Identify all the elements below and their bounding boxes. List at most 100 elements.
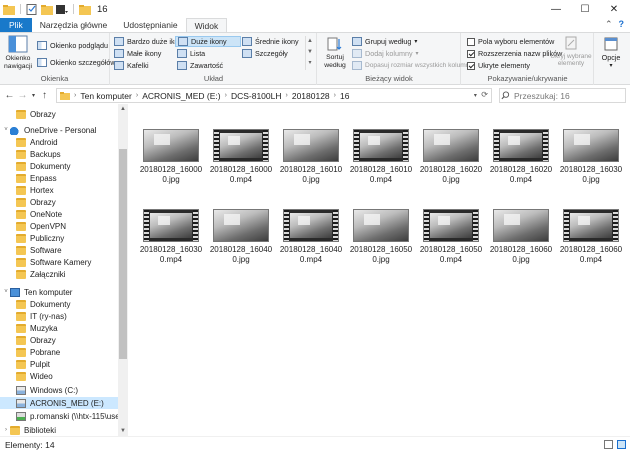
details-view-icon[interactable]: [604, 440, 613, 449]
file-item[interactable]: 20180128_160500.jpg: [349, 184, 413, 264]
nav-item[interactable]: › Biblioteki: [0, 424, 118, 436]
file-item[interactable]: 20180128_160400.mp4: [279, 184, 343, 264]
options-button[interactable]: Opcje ▾: [596, 36, 626, 70]
close-button[interactable]: ✕: [600, 0, 628, 18]
scroll-up-icon[interactable]: ▲: [118, 104, 128, 114]
nav-item[interactable]: ACRONIS_MED (E:): [0, 397, 118, 409]
chevron-down-icon[interactable]: ▾: [474, 93, 477, 99]
file-item[interactable]: 20180128_160100.mp4: [349, 104, 413, 184]
group-by-button[interactable]: Grupuj według ▾: [352, 37, 417, 46]
nav-item[interactable]: Software: [0, 244, 118, 256]
image-thumbnail: [353, 209, 409, 242]
file-item[interactable]: 20180128_160200.jpg: [419, 104, 483, 184]
customize-toolbar-icon[interactable]: [56, 4, 68, 15]
details-pane-button[interactable]: Okienko szczegółów: [37, 58, 116, 67]
details-pane-label: Okienko szczegółów: [50, 58, 116, 67]
file-item[interactable]: 20180128_160500.mp4: [419, 184, 483, 264]
nav-item[interactable]: OneNote: [0, 208, 118, 220]
nav-item[interactable]: Załączniki: [0, 268, 118, 280]
forward-button[interactable]: →: [16, 88, 29, 102]
minimize-button[interactable]: —: [542, 0, 570, 18]
nav-item[interactable]: ˅ OneDrive - Personal: [0, 124, 118, 136]
nav-item[interactable]: p.romanski (\\htx-115\users: [0, 410, 126, 422]
file-item[interactable]: 20180128_160200.mp4: [489, 104, 553, 184]
breadcrumb-this-pc[interactable]: Ten komputer: [80, 91, 132, 101]
address-bar[interactable]: › Ten komputer › ACRONIS_MED (E:) › DCS-…: [56, 88, 492, 103]
scrollbar-thumb[interactable]: [119, 149, 127, 359]
layout-tiles[interactable]: Kafelki: [114, 61, 149, 70]
recent-locations-button[interactable]: ▾: [29, 88, 38, 102]
file-extensions-toggle[interactable]: Rozszerzenia nazw plików: [467, 49, 562, 58]
chevron-right-icon[interactable]: ›: [2, 427, 10, 433]
scroll-down-icon[interactable]: ▼: [118, 426, 128, 436]
file-name: 20180128_160100.jpg: [279, 165, 343, 184]
nav-pane-button[interactable]: Okienko nawigacji: [3, 35, 33, 71]
file-item[interactable]: 20180128_160300.mp4: [139, 184, 203, 264]
chevron-down-icon[interactable]: ˅: [2, 127, 10, 133]
layout-large-icons[interactable]: Duże ikony: [175, 36, 241, 47]
file-item[interactable]: 20180128_160000.mp4: [209, 104, 273, 184]
large-icons-view-icon[interactable]: [617, 440, 626, 449]
nav-item[interactable]: Obrazy: [0, 108, 118, 120]
nav-item[interactable]: IT (ry-nas): [0, 310, 118, 322]
nav-item[interactable]: Pulpit: [0, 358, 118, 370]
nav-item[interactable]: Backups: [0, 148, 118, 160]
chevron-down-icon[interactable]: ˅: [2, 289, 10, 295]
nav-item[interactable]: Dokumenty: [0, 160, 118, 172]
layout-list[interactable]: Lista: [177, 49, 205, 58]
tab-home[interactable]: Narzędzia główne: [32, 18, 116, 32]
maximize-button[interactable]: ☐: [571, 0, 599, 18]
nav-item[interactable]: Android: [0, 136, 118, 148]
nav-item[interactable]: OpenVPN: [0, 220, 118, 232]
nav-item[interactable]: Windows (C:): [0, 384, 118, 396]
file-item[interactable]: 20180128_160300.jpg: [559, 104, 623, 184]
sort-by-button[interactable]: Sortuj według: [321, 36, 349, 70]
hide-selected-button[interactable]: Ukryj wybrane elementy: [550, 36, 592, 68]
nav-item[interactable]: Enpass: [0, 172, 118, 184]
layout-small-icons[interactable]: Małe ikony: [114, 49, 161, 58]
fit-columns-button[interactable]: Dopasuj rozmiar wszystkich kolumn: [352, 61, 469, 70]
tab-share[interactable]: Udostępnianie: [115, 18, 185, 32]
tab-view[interactable]: Widok: [185, 18, 228, 32]
new-folder-icon[interactable]: [41, 4, 53, 15]
nav-item[interactable]: Publiczny: [0, 232, 118, 244]
breadcrumb-drive[interactable]: ACRONIS_MED (E:): [142, 91, 220, 101]
file-item[interactable]: 20180128_160000.jpg: [139, 104, 203, 184]
nav-item[interactable]: Hortex: [0, 184, 118, 196]
nav-item[interactable]: Obrazy: [0, 334, 118, 346]
item-checkboxes-toggle[interactable]: Pola wyboru elementów: [467, 37, 554, 46]
nav-item[interactable]: Pobrane: [0, 346, 118, 358]
nav-item[interactable]: ˅ Ten komputer: [0, 286, 118, 298]
nav-item[interactable]: Muzyka: [0, 322, 118, 334]
help-icon[interactable]: ?: [619, 19, 625, 30]
title-bar: 16 — ☐ ✕: [0, 0, 630, 18]
nav-scrollbar[interactable]: ▲ ▼: [118, 104, 128, 436]
properties-icon[interactable]: [26, 3, 38, 15]
search-box[interactable]: Przeszukaj: 16: [499, 88, 626, 103]
nav-item[interactable]: Obrazy: [0, 196, 118, 208]
preview-pane-button[interactable]: Okienko podglądu: [37, 41, 108, 50]
nav-item[interactable]: Wideo: [0, 370, 118, 382]
tab-file[interactable]: Plik: [0, 18, 32, 32]
layout-medium-icons[interactable]: Średnie ikony: [242, 37, 299, 46]
layout-details[interactable]: Szczegóły: [242, 49, 288, 58]
back-button[interactable]: ←: [3, 88, 16, 102]
file-item[interactable]: 20180128_160600.mp4: [559, 184, 623, 264]
refresh-icon[interactable]: ⟳: [481, 90, 488, 99]
breadcrumb-date-folder[interactable]: 20180128: [292, 91, 330, 101]
file-item[interactable]: 20180128_160400.jpg: [209, 184, 273, 264]
file-item[interactable]: 20180128_160100.jpg: [279, 104, 343, 184]
file-item[interactable]: 20180128_160600.jpg: [489, 184, 553, 264]
hidden-items-toggle[interactable]: Ukryte elementy: [467, 61, 530, 70]
layout-scroll[interactable]: ▲ ▼ ▾: [305, 36, 314, 70]
layout-label: Małe ikony: [127, 49, 162, 58]
nav-item[interactable]: Software Kamery: [0, 256, 118, 268]
up-button[interactable]: ↑: [38, 88, 51, 102]
breadcrumb-camera-folder[interactable]: DCS-8100LH: [231, 91, 282, 101]
layout-content[interactable]: Zawartość: [177, 61, 223, 70]
breadcrumb-current-folder[interactable]: 16: [340, 91, 349, 101]
layout-label: Duże ikony: [191, 37, 227, 46]
nav-item[interactable]: Dokumenty: [0, 298, 118, 310]
add-columns-button[interactable]: Dodaj kolumny ▾: [352, 49, 419, 58]
chevron-up-icon[interactable]: ⌃: [605, 19, 613, 30]
